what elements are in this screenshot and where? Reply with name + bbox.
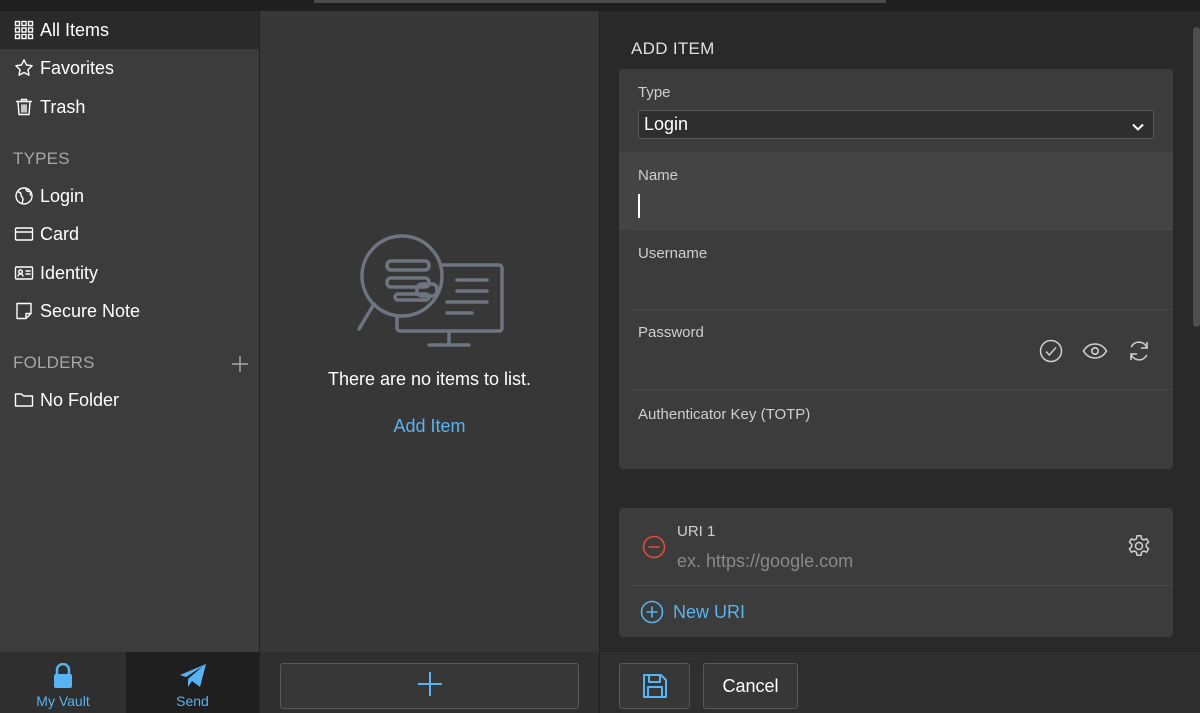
sidebar: All Items Favorites Trash TYPES Login Ca bbox=[0, 11, 259, 652]
uri-options-button[interactable] bbox=[1125, 532, 1153, 560]
save-button[interactable] bbox=[619, 663, 690, 709]
username-field[interactable]: Username bbox=[619, 230, 1173, 310]
generate-password-button[interactable] bbox=[1125, 337, 1153, 365]
password-label: Password bbox=[638, 324, 704, 341]
add-item-link[interactable]: Add Item bbox=[260, 416, 599, 437]
totp-label: Authenticator Key (TOTP) bbox=[638, 406, 811, 423]
totp-field[interactable]: Authenticator Key (TOTP) bbox=[619, 390, 1173, 469]
tab-my-vault[interactable]: My Vault bbox=[0, 652, 126, 713]
sidebar-item-label: Secure Note bbox=[40, 300, 141, 321]
list-footer bbox=[260, 652, 599, 713]
folder-icon bbox=[14, 390, 34, 410]
username-label: Username bbox=[638, 245, 708, 262]
add-item-button[interactable] bbox=[280, 663, 579, 709]
sidebar-item-label: Trash bbox=[40, 96, 86, 117]
check-password-button[interactable] bbox=[1037, 337, 1065, 365]
refresh-icon bbox=[1130, 341, 1148, 361]
tab-send[interactable]: Send bbox=[126, 652, 259, 713]
new-uri-button[interactable]: New URI bbox=[640, 600, 745, 624]
uri-field: URI 1 ex. https://google.com bbox=[619, 508, 1173, 586]
empty-search-illustration bbox=[357, 233, 507, 356]
item-details-card: Type Login Name Username Password Authen… bbox=[619, 69, 1173, 469]
vault-list-pane: There are no items to list. Add Item bbox=[260, 11, 599, 652]
detail-scrollbar[interactable] bbox=[1193, 27, 1200, 327]
types-heading: TYPES bbox=[13, 149, 70, 168]
toggle-password-visibility-button[interactable] bbox=[1081, 337, 1109, 365]
chevron-down-icon bbox=[1131, 118, 1145, 139]
globe-icon bbox=[14, 186, 34, 206]
star-icon bbox=[14, 58, 34, 78]
new-uri-label: New URI bbox=[673, 601, 746, 622]
password-field[interactable]: Password bbox=[619, 310, 1173, 390]
sidebar-item-label: All Items bbox=[40, 19, 110, 40]
bottom-tab-bar: My Vault Send bbox=[0, 652, 259, 713]
sidebar-item-identity[interactable]: Identity bbox=[0, 254, 259, 292]
plus-icon bbox=[230, 354, 250, 379]
empty-list-message: There are no items to list. bbox=[327, 369, 532, 389]
page-title: ADD ITEM bbox=[631, 39, 715, 58]
sidebar-item-all-items[interactable]: All Items bbox=[0, 11, 259, 49]
gear-icon bbox=[1128, 535, 1150, 556]
tab-label: My Vault bbox=[36, 693, 90, 709]
window-drag-handle[interactable] bbox=[314, 0, 886, 3]
window-topbar bbox=[0, 0, 1200, 11]
name-field[interactable]: Name bbox=[619, 152, 1173, 230]
paper-plane-icon bbox=[179, 664, 206, 687]
add-item-pane: ADD ITEM Type Login Name Username Passwo… bbox=[600, 11, 1200, 652]
sidebar-item-login[interactable]: Login bbox=[0, 177, 259, 215]
type-select[interactable]: Login bbox=[638, 110, 1154, 139]
id-card-icon bbox=[14, 263, 34, 283]
tab-label: Send bbox=[176, 693, 209, 709]
sidebar-item-secure-note[interactable]: Secure Note bbox=[0, 292, 259, 330]
minus-circle-icon bbox=[642, 535, 666, 559]
folders-heading: FOLDERS bbox=[13, 353, 95, 372]
uri-card: URI 1 ex. https://google.com New URI bbox=[619, 508, 1173, 637]
plus-icon bbox=[417, 671, 443, 702]
uri-label: URI 1 bbox=[677, 523, 716, 540]
sidebar-item-label: Favorites bbox=[40, 57, 115, 78]
add-folder-button[interactable] bbox=[228, 354, 252, 378]
trash-icon bbox=[14, 97, 34, 117]
note-icon bbox=[14, 301, 34, 321]
sidebar-item-label: No Folder bbox=[40, 389, 120, 410]
sidebar-item-label: Login bbox=[40, 185, 85, 206]
eye-icon bbox=[1082, 343, 1108, 359]
detail-footer: Cancel bbox=[600, 652, 1200, 713]
credit-card-icon bbox=[14, 224, 34, 244]
plus-circle-icon bbox=[640, 600, 664, 624]
sidebar-item-label: Identity bbox=[40, 262, 99, 283]
field-separator bbox=[631, 585, 1173, 586]
type-field: Type Login bbox=[619, 69, 1173, 152]
check-circle-icon bbox=[1039, 339, 1063, 363]
grid-icon bbox=[14, 20, 34, 40]
sidebar-item-card[interactable]: Card bbox=[0, 215, 259, 253]
sidebar-item-no-folder[interactable]: No Folder bbox=[0, 381, 259, 419]
sidebar-item-trash[interactable]: Trash bbox=[0, 88, 259, 126]
save-icon bbox=[642, 674, 667, 698]
remove-uri-button[interactable] bbox=[640, 533, 668, 561]
text-cursor bbox=[638, 194, 640, 218]
uri-input[interactable]: ex. https://google.com bbox=[677, 551, 853, 572]
type-label: Type bbox=[638, 84, 671, 101]
sidebar-item-favorites[interactable]: Favorites bbox=[0, 49, 259, 87]
cancel-button[interactable]: Cancel bbox=[703, 663, 798, 709]
name-label: Name bbox=[638, 167, 679, 184]
sidebar-item-label: Card bbox=[40, 223, 80, 244]
lock-icon bbox=[54, 663, 72, 688]
type-select-value: Login bbox=[644, 114, 689, 134]
